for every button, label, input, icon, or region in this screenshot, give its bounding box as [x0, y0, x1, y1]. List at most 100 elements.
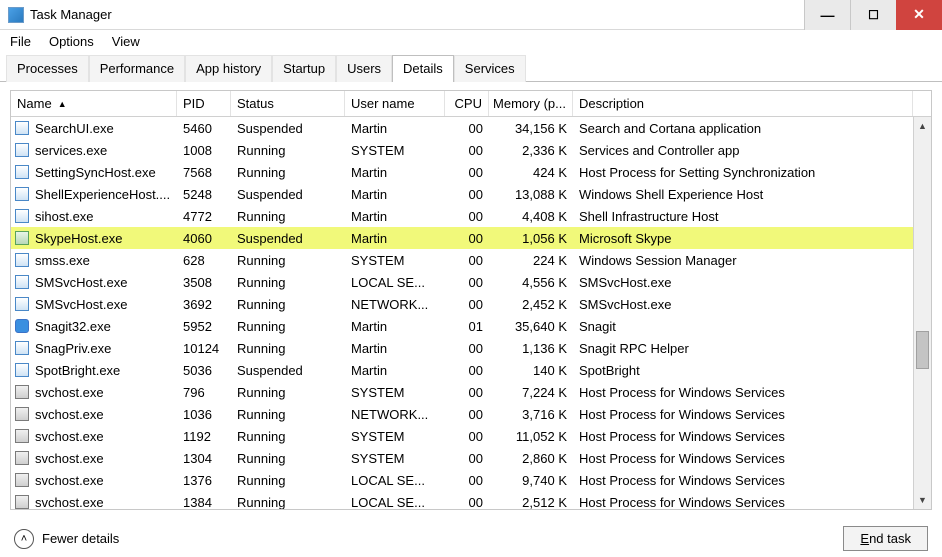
process-memory: 2,860 K [489, 451, 573, 466]
process-memory: 7,224 K [489, 385, 573, 400]
table-row[interactable]: SMSvcHost.exe3508RunningLOCAL SE...004,5… [11, 271, 913, 293]
process-memory: 4,408 K [489, 209, 573, 224]
tab-services[interactable]: Services [454, 55, 526, 82]
col-cpu[interactable]: CPU [445, 91, 489, 116]
process-description: Windows Shell Experience Host [573, 187, 895, 202]
table-row[interactable]: SearchUI.exe5460SuspendedMartin0034,156 … [11, 117, 913, 139]
process-description: Microsoft Skype [573, 231, 895, 246]
process-memory: 11,052 K [489, 429, 573, 444]
sort-ascending-icon: ▲ [58, 99, 67, 109]
menu-view[interactable]: View [112, 34, 140, 49]
tab-users[interactable]: Users [336, 55, 392, 82]
process-description: Host Process for Windows Services [573, 429, 895, 444]
process-status: Running [231, 385, 345, 400]
table-row[interactable]: sihost.exe4772RunningMartin004,408 KShel… [11, 205, 913, 227]
process-description: Snagit [573, 319, 895, 334]
table-row[interactable]: svchost.exe1384RunningLOCAL SE...002,512… [11, 491, 913, 509]
process-pid: 1384 [177, 495, 231, 510]
scroll-thumb[interactable] [916, 331, 929, 369]
app-icon [8, 7, 24, 23]
process-cpu: 00 [445, 231, 489, 246]
process-memory: 34,156 K [489, 121, 573, 136]
process-status: Running [231, 275, 345, 290]
process-status: Running [231, 341, 345, 356]
process-description: Host Process for Windows Services [573, 451, 895, 466]
process-cpu: 00 [445, 385, 489, 400]
process-pid: 4772 [177, 209, 231, 224]
table-row[interactable]: ShellExperienceHost....5248SuspendedMart… [11, 183, 913, 205]
process-memory: 4,556 K [489, 275, 573, 290]
table-row[interactable]: SMSvcHost.exe3692RunningNETWORK...002,45… [11, 293, 913, 315]
table-row[interactable]: smss.exe628RunningSYSTEM00224 KWindows S… [11, 249, 913, 271]
tab-startup[interactable]: Startup [272, 55, 336, 82]
tab-processes[interactable]: Processes [6, 55, 89, 82]
col-status[interactable]: Status [231, 91, 345, 116]
scroll-track[interactable] [914, 135, 931, 491]
table-row[interactable]: Snagit32.exe5952RunningMartin0135,640 KS… [11, 315, 913, 337]
process-cpu: 00 [445, 451, 489, 466]
process-cpu: 00 [445, 495, 489, 510]
tab-row: ProcessesPerformanceApp historyStartupUs… [0, 55, 942, 82]
process-description: Host Process for Windows Services [573, 385, 895, 400]
tab-app-history[interactable]: App history [185, 55, 272, 82]
menu-file[interactable]: File [10, 34, 31, 49]
table-row[interactable]: SettingSyncHost.exe7568RunningMartin0042… [11, 161, 913, 183]
process-memory: 140 K [489, 363, 573, 378]
process-name: svchost.exe [35, 385, 104, 400]
process-memory: 9,740 K [489, 473, 573, 488]
scroll-up-icon[interactable]: ▲ [914, 117, 931, 135]
table-row[interactable]: services.exe1008RunningSYSTEM002,336 KSe… [11, 139, 913, 161]
process-name: SkypeHost.exe [35, 231, 122, 246]
process-pid: 3508 [177, 275, 231, 290]
process-pid: 5952 [177, 319, 231, 334]
table-body: SearchUI.exe5460SuspendedMartin0034,156 … [11, 117, 913, 509]
col-memory[interactable]: Memory (p... [489, 91, 573, 116]
process-name: SMSvcHost.exe [35, 297, 127, 312]
process-icon [15, 385, 29, 399]
process-icon [15, 187, 29, 201]
process-cpu: 00 [445, 121, 489, 136]
table-row[interactable]: SnagPriv.exe10124RunningMartin001,136 KS… [11, 337, 913, 359]
process-pid: 5248 [177, 187, 231, 202]
chevron-up-icon: ˄ [14, 529, 34, 549]
fewer-details-toggle[interactable]: ˄ Fewer details [14, 529, 119, 549]
process-icon [15, 407, 29, 421]
tab-performance[interactable]: Performance [89, 55, 185, 82]
process-icon [15, 297, 29, 311]
table-row[interactable]: svchost.exe796RunningSYSTEM007,224 KHost… [11, 381, 913, 403]
close-button[interactable]: ✕ [896, 0, 942, 30]
process-pid: 4060 [177, 231, 231, 246]
process-memory: 1,136 K [489, 341, 573, 356]
col-description[interactable]: Description [573, 91, 913, 116]
col-pid[interactable]: PID [177, 91, 231, 116]
process-icon [15, 429, 29, 443]
process-cpu: 00 [445, 297, 489, 312]
minimize-button[interactable]: — [804, 0, 850, 30]
table-row[interactable]: SpotBright.exe5036SuspendedMartin00140 K… [11, 359, 913, 381]
footer-bar: ˄ Fewer details End task [0, 526, 942, 551]
process-memory: 13,088 K [489, 187, 573, 202]
process-icon [15, 165, 29, 179]
col-user[interactable]: User name [345, 91, 445, 116]
process-icon [15, 231, 29, 245]
process-user: Martin [345, 209, 445, 224]
process-icon [15, 209, 29, 223]
process-name: Snagit32.exe [35, 319, 111, 334]
process-user: NETWORK... [345, 407, 445, 422]
table-row[interactable]: svchost.exe1036RunningNETWORK...003,716 … [11, 403, 913, 425]
tab-details[interactable]: Details [392, 55, 454, 82]
maximize-button[interactable]: ☐ [850, 0, 896, 30]
table-row[interactable]: svchost.exe1304RunningSYSTEM002,860 KHos… [11, 447, 913, 469]
table-row[interactable]: svchost.exe1192RunningSYSTEM0011,052 KHo… [11, 425, 913, 447]
process-table: Name ▲ PID Status User name CPU Memory (… [10, 90, 932, 510]
scroll-down-icon[interactable]: ▼ [914, 491, 931, 509]
process-cpu: 01 [445, 319, 489, 334]
process-cpu: 00 [445, 473, 489, 488]
menu-options[interactable]: Options [49, 34, 94, 49]
process-pid: 1376 [177, 473, 231, 488]
end-task-button[interactable]: End task [843, 526, 928, 551]
col-name[interactable]: Name ▲ [11, 91, 177, 116]
vertical-scrollbar[interactable]: ▲ ▼ [913, 117, 931, 509]
table-row[interactable]: SkypeHost.exe4060SuspendedMartin001,056 … [11, 227, 913, 249]
table-row[interactable]: svchost.exe1376RunningLOCAL SE...009,740… [11, 469, 913, 491]
